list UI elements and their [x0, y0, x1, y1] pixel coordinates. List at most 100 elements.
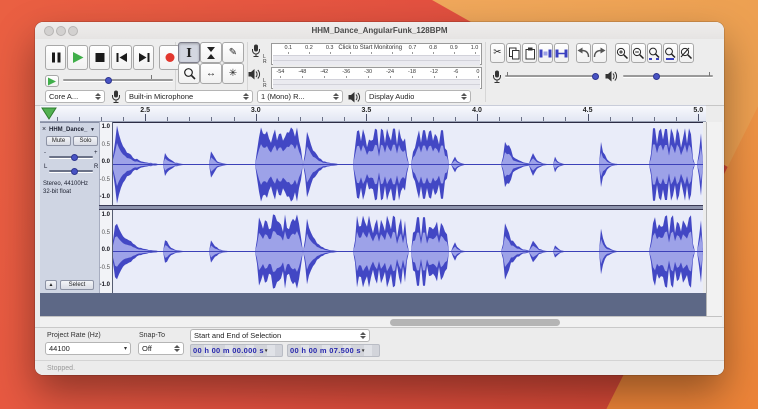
play-at-speed-button[interactable] [45, 75, 59, 87]
output-volume-speaker-icon [605, 70, 618, 83]
multi-tool-icon: ✳ [229, 69, 237, 79]
audio-host-value: Core A... [49, 92, 78, 101]
zoom-in-icon [616, 47, 629, 60]
recording-channels-select[interactable]: 1 (Mono) R... [257, 90, 343, 103]
pan-slider-thumb[interactable] [71, 168, 78, 175]
updown-chevrons-icon [330, 93, 339, 100]
collapse-track-button[interactable]: ▲ [45, 280, 57, 290]
selection-end-value: 00 h 00 m 07.500 s [290, 346, 361, 355]
record-button[interactable] [159, 45, 180, 70]
paste-button[interactable] [522, 43, 537, 63]
skip-start-icon [115, 51, 129, 64]
trim-audio-button[interactable] [538, 43, 553, 63]
redo-button[interactable] [592, 43, 607, 63]
envelope-tool-button[interactable] [200, 42, 222, 63]
play-speed-slider-thumb[interactable] [105, 77, 112, 84]
cut-icon: ✂ [493, 48, 501, 58]
playback-meter-scale[interactable]: -54-48-42-36-30-24-18-12-60 [271, 67, 482, 89]
copy-button[interactable] [506, 43, 521, 63]
minimize-window-button[interactable] [56, 26, 66, 36]
vertical-scrollbar[interactable] [706, 122, 722, 316]
playback-meter[interactable]: L R -54-48-42-36-30-24-18-12-60 [263, 67, 482, 89]
selection-mode-value: Start and End of Selection [194, 331, 281, 340]
playback-device-value: Display Audio [369, 92, 414, 101]
fit-project-button[interactable] [663, 43, 678, 63]
fit-selection-icon [648, 47, 661, 60]
zoom-tool-button[interactable] [178, 63, 200, 84]
updown-chevrons-icon [357, 332, 366, 339]
recording-meter[interactable]: L R 0.10.20.30.70.80.91.0Click to Start … [263, 43, 482, 65]
skip-to-start-button[interactable] [111, 45, 132, 70]
mute-button[interactable]: Mute [46, 136, 71, 146]
time-shift-tool-icon: ↔ [206, 69, 216, 79]
cut-button[interactable]: ✂ [490, 43, 505, 63]
fit-selection-button[interactable] [647, 43, 662, 63]
track-name[interactable]: HHM_Dance_ [49, 127, 87, 133]
playback-device-select[interactable]: Display Audio [365, 90, 471, 103]
updown-chevrons-icon [92, 93, 101, 100]
pan-right-label: R [94, 164, 98, 170]
input-device-mic-icon [110, 90, 122, 104]
recording-meter-scale[interactable]: 0.10.20.30.70.80.91.0Click to Start Moni… [271, 43, 482, 65]
pan-slider[interactable] [49, 166, 93, 176]
draw-tool-button[interactable]: ✎ [222, 42, 244, 63]
snap-to-select[interactable]: Off [138, 342, 184, 355]
meter-bar-right [273, 84, 480, 89]
selection-end-field[interactable]: 00 h 00 m 07.500 s ▾ [287, 344, 380, 357]
zoom-window-button[interactable] [68, 26, 78, 36]
selection-tool-button[interactable]: I [178, 42, 200, 63]
timeline-ruler[interactable]: 2.53.03.54.04.55.0 [40, 105, 706, 122]
gain-slider[interactable] [49, 152, 93, 162]
zoom-out-button[interactable] [631, 43, 646, 63]
selection-mode-select[interactable]: Start and End of Selection [190, 329, 370, 342]
horizontal-scrollbar-thumb[interactable] [390, 319, 560, 326]
recording-device-select[interactable]: Built-in Microphone [125, 90, 253, 103]
selection-start-field[interactable]: 00 h 00 m 00.000 s ▾ [190, 344, 283, 357]
close-window-button[interactable] [44, 26, 54, 36]
audio-host-select[interactable]: Core A... [45, 90, 105, 103]
waveform-right-channel[interactable] [113, 210, 703, 294]
play-button[interactable] [67, 45, 88, 70]
copy-icon [508, 47, 520, 60]
undo-button[interactable] [576, 43, 591, 63]
stop-icon [93, 51, 107, 64]
waveform-left-svg [113, 123, 703, 206]
slider-groove [623, 75, 713, 77]
waveform-left-channel[interactable] [113, 122, 703, 206]
solo-button[interactable]: Solo [73, 136, 98, 146]
play-speed-slider[interactable] [63, 74, 173, 86]
input-volume-thumb[interactable] [592, 73, 599, 80]
window-title: HHM_Dance_AngularFunk_128BPM [35, 22, 724, 39]
multi-tool-button[interactable]: ✳ [222, 63, 244, 84]
horizontal-scrollbar[interactable] [40, 316, 722, 327]
output-volume-slider[interactable] [623, 70, 713, 82]
time-shift-tool-button[interactable]: ↔ [200, 63, 222, 84]
updown-chevrons-icon [171, 345, 180, 352]
updown-chevrons-icon [458, 93, 467, 100]
title-bar: HHM_Dance_AngularFunk_128BPM [35, 22, 724, 40]
project-rate-select[interactable]: 44100 ▾ [45, 342, 131, 355]
gain-min-label: - [44, 150, 46, 156]
slider-groove [505, 75, 599, 77]
skip-to-end-button[interactable] [133, 45, 154, 70]
stop-button[interactable] [89, 45, 110, 70]
zoom-in-button[interactable] [615, 43, 630, 63]
track-menu-icon[interactable]: ▼ [90, 127, 95, 133]
input-volume-slider[interactable] [505, 70, 599, 82]
output-device-speaker-icon [348, 91, 361, 104]
draw-tool-icon: ✎ [229, 48, 237, 58]
output-volume-thumb[interactable] [653, 73, 660, 80]
track-close-button[interactable]: × [42, 126, 46, 133]
vertical-ruler-left-channel[interactable]: 1.00.50.0-0.5-1.0 [99, 122, 113, 205]
pinned-playhead-icon[interactable] [41, 107, 57, 120]
zoom-toggle-icon [680, 47, 693, 60]
gain-slider-thumb[interactable] [71, 154, 78, 161]
pan-left-label: L [44, 164, 47, 170]
pause-button[interactable] [45, 45, 66, 70]
zoom-toggle-button[interactable] [679, 43, 694, 63]
vertical-ruler-right-channel[interactable]: 1.00.50.0-0.5-1.0 [99, 210, 113, 293]
silence-audio-button[interactable] [554, 43, 569, 63]
trim-audio-icon [539, 47, 552, 60]
select-track-button[interactable]: Select [60, 280, 94, 290]
snap-to-label: Snap-To [139, 332, 165, 339]
